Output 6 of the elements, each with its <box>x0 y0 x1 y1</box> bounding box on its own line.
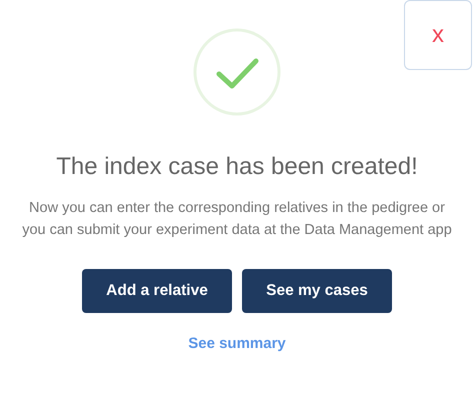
close-button[interactable]: x <box>404 0 472 70</box>
dialog-message: Now you can enter the corresponding relatives in the pedigree or you can submit your experiment data at the Data Management app <box>22 199 452 240</box>
action-button[interactable]: See my cases <box>242 269 392 313</box>
action-button[interactable]: Add a relative <box>82 269 232 313</box>
dialog-title: The index case has been created! <box>56 153 418 181</box>
checkmark-icon <box>192 27 282 117</box>
